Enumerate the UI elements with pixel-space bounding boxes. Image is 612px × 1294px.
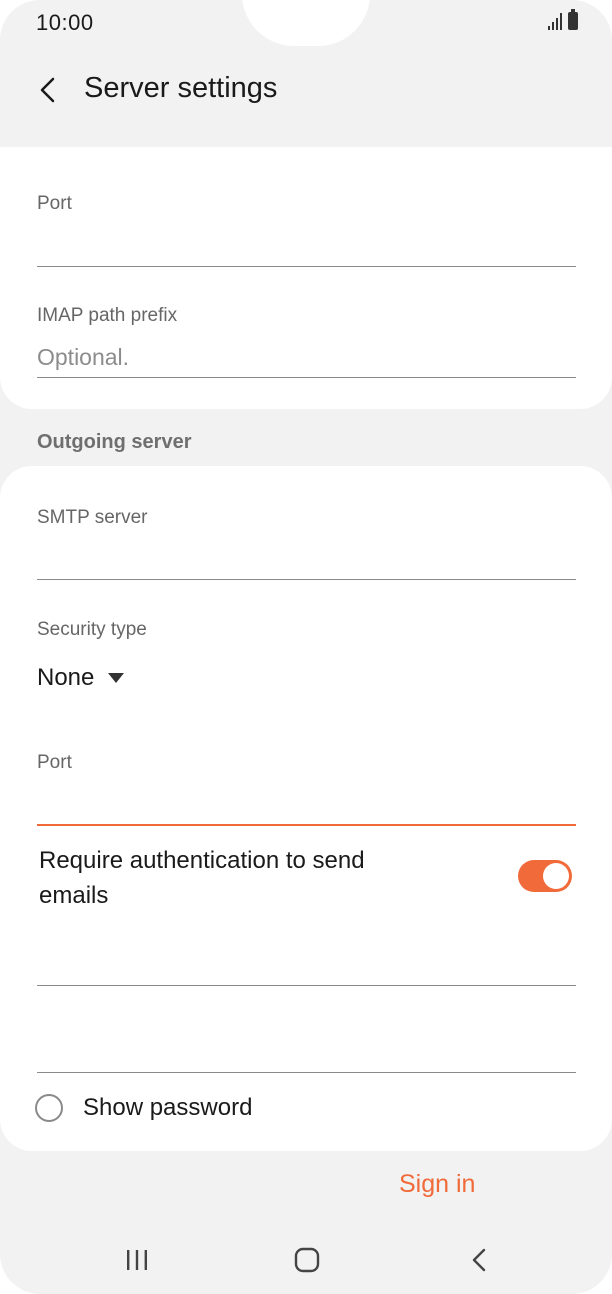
status-time: 10:00 bbox=[36, 10, 94, 35]
status-icons bbox=[548, 9, 578, 30]
incoming-port-label: Port bbox=[37, 193, 72, 214]
show-password-label: Show password bbox=[83, 1094, 253, 1121]
back-arrow-icon bbox=[40, 77, 55, 103]
triangle-down-icon bbox=[108, 673, 125, 683]
security-type-value: None bbox=[37, 664, 95, 691]
recents-button[interactable] bbox=[107, 1238, 167, 1282]
imap-prefix-label: IMAP path prefix bbox=[37, 305, 178, 326]
recents-icon bbox=[127, 1250, 147, 1270]
show-password-checkbox[interactable] bbox=[35, 1094, 63, 1122]
incoming-port-input[interactable] bbox=[37, 226, 576, 267]
outgoing-server-heading: Outgoing server bbox=[37, 431, 192, 453]
battery-icon bbox=[568, 9, 578, 30]
app-header: Server settings bbox=[0, 50, 612, 140]
home-button[interactable] bbox=[277, 1238, 337, 1282]
security-type-label: Security type bbox=[37, 619, 147, 640]
camera-notch bbox=[242, 0, 370, 46]
back-button[interactable] bbox=[26, 68, 70, 112]
nav-back-icon bbox=[472, 1248, 486, 1272]
page-title: Server settings bbox=[84, 72, 278, 104]
security-type-dropdown[interactable]: None bbox=[37, 664, 125, 692]
smtp-server-label: SMTP server bbox=[37, 507, 148, 528]
outgoing-port-input[interactable] bbox=[37, 784, 576, 826]
imap-prefix-input[interactable] bbox=[37, 337, 576, 378]
username-input[interactable] bbox=[37, 945, 576, 986]
smtp-server-input[interactable] bbox=[37, 539, 576, 580]
password-input[interactable] bbox=[37, 1032, 576, 1073]
signal-icon bbox=[548, 12, 562, 30]
nav-back-button[interactable] bbox=[449, 1238, 509, 1282]
require-auth-label: Require authentication to send emails bbox=[39, 847, 365, 909]
toggle-knob bbox=[543, 863, 569, 889]
show-password-row[interactable]: Show password bbox=[35, 1094, 252, 1122]
phone-screen: 10:00 Server settings Port IMAP path pre… bbox=[0, 0, 612, 1294]
require-auth-toggle[interactable] bbox=[518, 860, 572, 892]
system-nav-bar bbox=[0, 1228, 612, 1290]
outgoing-port-label: Port bbox=[37, 752, 72, 773]
sign-in-button[interactable]: Sign in bbox=[399, 1170, 475, 1199]
home-icon bbox=[294, 1247, 320, 1273]
